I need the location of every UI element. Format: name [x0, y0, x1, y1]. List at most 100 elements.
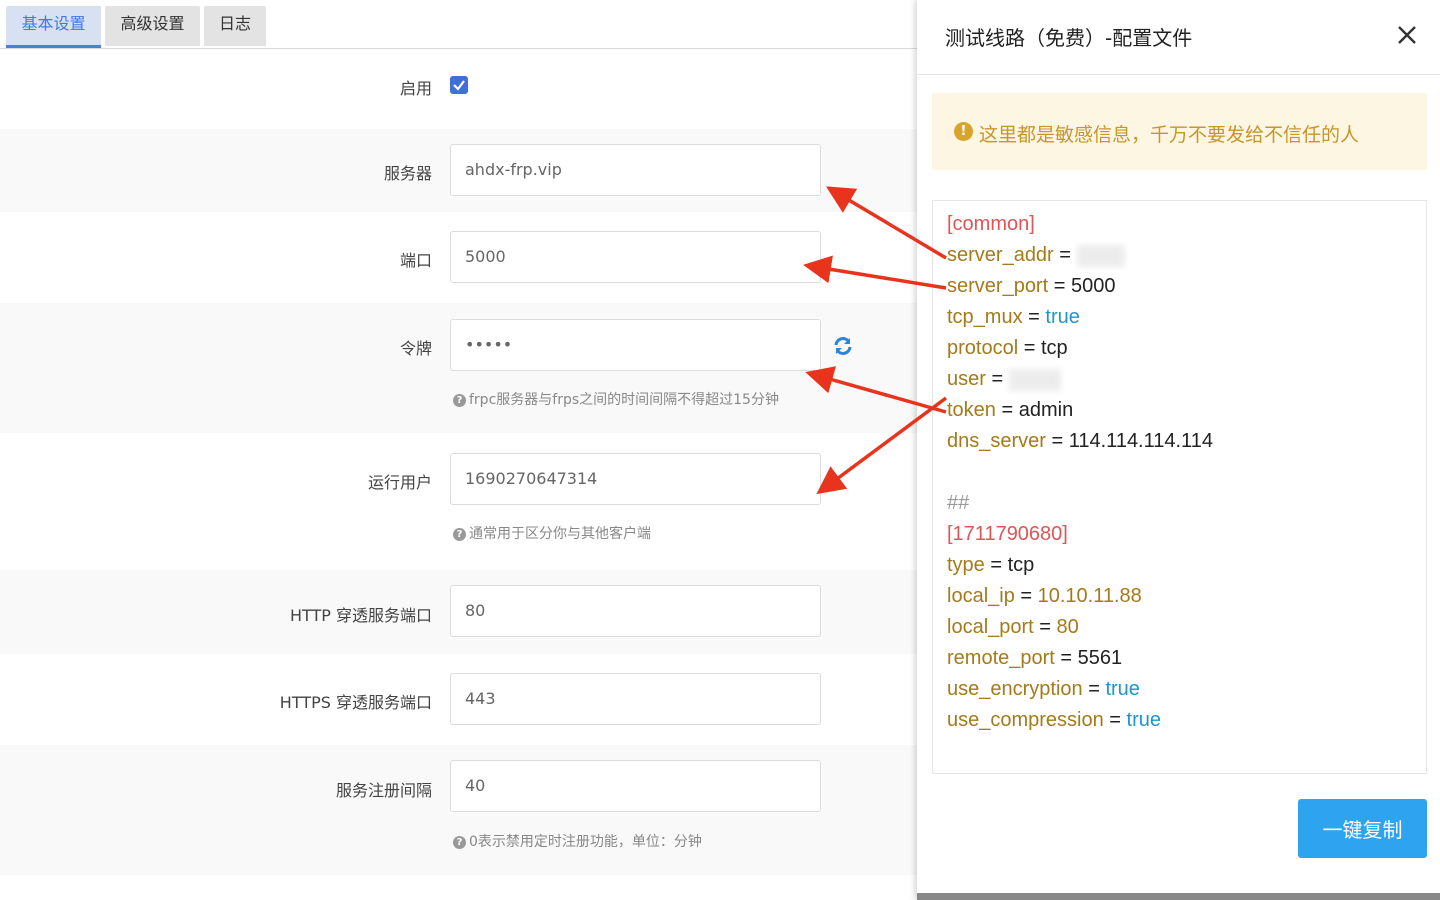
- run-user-label: 运行用户: [367, 473, 432, 492]
- port-row: 端口 5000: [0, 212, 917, 303]
- token-label: 令牌: [399, 339, 432, 358]
- config-file-drawer: 测试线路（免费）-配置文件 ! 这里都是敏感信息，千万不要发给不信任的人 [co…: [917, 0, 1440, 900]
- config-eq: =: [985, 368, 1009, 390]
- token-input[interactable]: •••••: [450, 319, 821, 371]
- config-line: server_port = 5000: [947, 275, 1115, 298]
- tab-logs[interactable]: 日志: [204, 6, 266, 46]
- config-line: type = tcp: [947, 554, 1034, 577]
- config-key: type: [947, 554, 985, 576]
- config-key: server_port: [947, 275, 1049, 297]
- config-value: 5561: [1077, 647, 1123, 669]
- register-interval-row: 服务注册间隔 40 ? 0表示禁用定时注册功能，单位：分钟: [0, 745, 917, 875]
- config-key: protocol: [947, 337, 1019, 359]
- config-key: local_port: [947, 616, 1034, 638]
- config-eq: =: [1045, 430, 1069, 452]
- config-eq: =: [1014, 585, 1038, 607]
- drawer-bottom-bar: [917, 893, 1440, 900]
- config-line: token = admin: [947, 399, 1073, 422]
- config-key: use_encryption: [947, 678, 1083, 700]
- config-line: [common]: [947, 213, 1035, 236]
- config-value: tcp: [1007, 554, 1035, 576]
- server-label: 服务器: [383, 164, 432, 183]
- https-port-label: HTTPS 穿透服务端口: [279, 693, 432, 712]
- config-line: dns_server = 114.114.114.114: [947, 430, 1213, 453]
- warning-text: 这里都是敏感信息，千万不要发给不信任的人: [979, 124, 1360, 146]
- run-user-input[interactable]: 1690270647314: [450, 453, 821, 505]
- config-eq: =: [1054, 647, 1078, 669]
- config-line: [1711790680]: [947, 523, 1068, 546]
- settings-form-area: 基本设置 高级设置 日志 启用 服务器 ahdx-frp.vip 端口 5000…: [0, 0, 917, 900]
- http-port-label: HTTP 穿透服务端口: [289, 606, 432, 625]
- register-interval-input[interactable]: 40: [450, 760, 821, 812]
- tab-bar: 基本设置 高级设置 日志: [0, 0, 917, 49]
- close-icon[interactable]: [1394, 22, 1420, 48]
- config-code-block: [common] server_addr = server_port = 500…: [932, 200, 1427, 774]
- config-comment: ##: [947, 492, 970, 514]
- config-eq: =: [984, 554, 1008, 576]
- copy-config-button[interactable]: 一键复制: [1298, 799, 1427, 858]
- question-icon: ?: [453, 394, 466, 407]
- config-line: tcp_mux = true: [947, 306, 1080, 329]
- config-line: ##: [947, 492, 969, 515]
- config-value: 114.114.114.114: [1068, 430, 1213, 452]
- refresh-icon[interactable]: [832, 335, 854, 357]
- register-interval-hint: ? 0表示禁用定时注册功能，单位：分钟: [453, 831, 702, 851]
- token-hint-text: frpc服务器与frps之间的时间间隔不得超过15分钟: [469, 392, 779, 408]
- config-line: use_encryption = true: [947, 678, 1140, 701]
- check-icon: [453, 80, 465, 91]
- section-header: [common]: [947, 213, 1035, 235]
- sensitive-warning: ! 这里都是敏感信息，千万不要发给不信任的人: [932, 93, 1427, 170]
- port-input[interactable]: 5000: [450, 231, 821, 283]
- token-row: 令牌 ••••• ? frpc服务器与frps之间的时间间隔不得超过15分钟: [0, 303, 917, 433]
- config-line: local_ip = 10.10.11.88: [947, 585, 1142, 608]
- config-line: protocol = tcp: [947, 337, 1068, 360]
- config-key: token: [947, 399, 996, 421]
- tab-basic-settings[interactable]: 基本设置: [6, 6, 101, 48]
- config-key: remote_port: [947, 647, 1055, 669]
- port-label: 端口: [399, 251, 432, 270]
- run-user-hint: ? 通常用于区分你与其他客户端: [453, 523, 651, 543]
- config-line: use_compression = true: [947, 709, 1161, 732]
- config-eq: =: [1082, 678, 1106, 700]
- http-port-input[interactable]: 80: [450, 585, 821, 637]
- config-key: tcp_mux: [947, 306, 1023, 328]
- server-input[interactable]: ahdx-frp.vip: [450, 144, 821, 196]
- config-line: server_addr =: [947, 244, 1125, 267]
- config-value: 10.10.11.88: [1037, 585, 1142, 607]
- config-key: use_compression: [947, 709, 1104, 731]
- question-icon: ?: [453, 528, 466, 541]
- server-row: 服务器 ahdx-frp.vip: [0, 129, 917, 212]
- config-key: server_addr: [947, 244, 1054, 266]
- config-key: user: [947, 368, 986, 390]
- run-user-row: 运行用户 1690270647314 ? 通常用于区分你与其他客户端: [0, 433, 917, 570]
- config-eq: =: [1053, 244, 1077, 266]
- https-port-input[interactable]: 443: [450, 673, 821, 725]
- config-value: true: [1045, 306, 1080, 328]
- config-eq: =: [1103, 709, 1127, 731]
- config-line: local_port = 80: [947, 616, 1079, 639]
- question-icon: ?: [453, 836, 466, 849]
- run-user-hint-text: 通常用于区分你与其他客户端: [469, 526, 651, 542]
- drawer-title: 测试线路（免费）-配置文件: [945, 26, 1193, 50]
- config-eq: =: [1022, 306, 1046, 328]
- drawer-header: 测试线路（免费）-配置文件: [917, 0, 1440, 75]
- config-eq: =: [995, 399, 1019, 421]
- register-interval-label: 服务注册间隔: [335, 781, 432, 800]
- config-line: remote_port = 5561: [947, 647, 1122, 670]
- enable-checkbox[interactable]: [450, 76, 468, 94]
- tab-advanced-settings[interactable]: 高级设置: [105, 6, 200, 46]
- redacted-value: [1076, 244, 1125, 267]
- token-hint: ? frpc服务器与frps之间的时间间隔不得超过15分钟: [453, 389, 779, 409]
- config-key: dns_server: [947, 430, 1046, 452]
- config-value: true: [1105, 678, 1140, 700]
- http-port-row: HTTP 穿透服务端口 80: [0, 570, 917, 654]
- warning-icon: !: [954, 122, 973, 141]
- config-value: admin: [1018, 399, 1074, 421]
- enable-label: 启用: [399, 79, 432, 98]
- config-value: true: [1126, 709, 1162, 731]
- config-value: 5000: [1070, 275, 1116, 297]
- config-eq: =: [1033, 616, 1057, 638]
- register-interval-hint-text: 0表示禁用定时注册功能，单位：分钟: [469, 834, 702, 850]
- section-header: [1711790680]: [947, 523, 1068, 545]
- config-key: local_ip: [947, 585, 1015, 607]
